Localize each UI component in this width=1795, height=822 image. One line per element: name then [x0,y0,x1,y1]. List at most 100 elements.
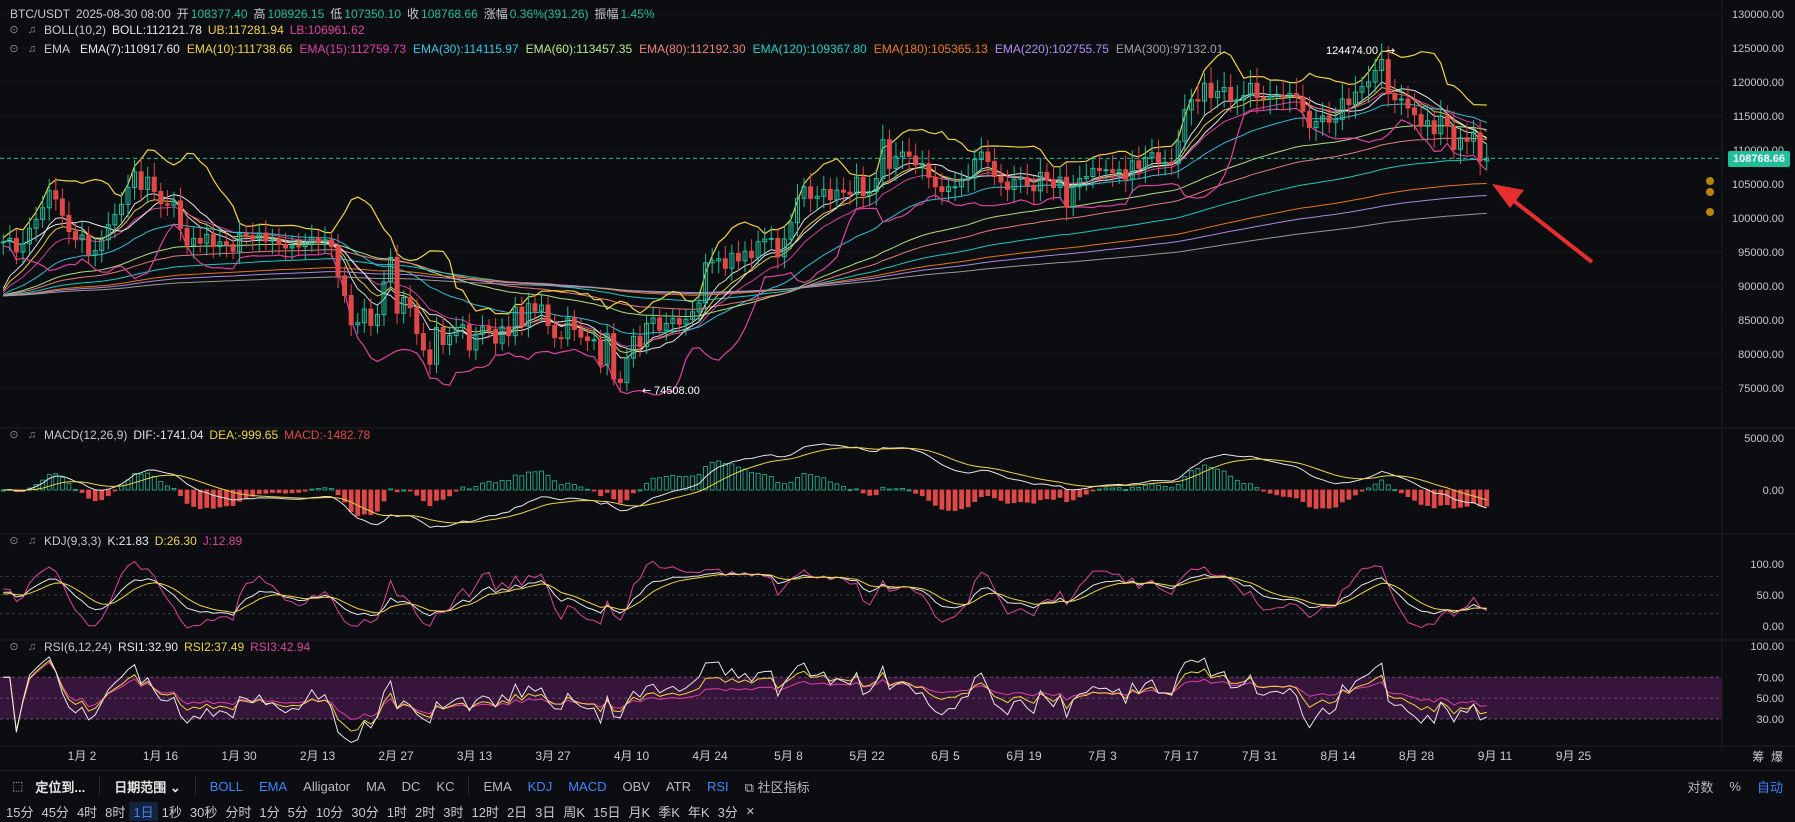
divider [468,777,470,795]
bell-icon[interactable]: ♫ [26,641,38,653]
candle-body [486,326,492,331]
axis-mode-labels[interactable]: 筹 爆 [1752,748,1783,765]
ema-legend-item: EMA(180):105365.13 [873,42,988,56]
collapse-icon[interactable]: ⊙ [8,429,20,441]
bell-icon[interactable]: ♫ [26,429,38,441]
candle-body [1044,171,1050,181]
boll-header[interactable]: ⊙ ♫ BOLL(10,2) BOLL:112121.78 UB:117281.9… [0,23,371,37]
collapse-icon[interactable]: ⊙ [8,535,20,547]
collapse-icon[interactable]: ⊙ [8,641,20,653]
macd-bar [191,489,197,507]
timeframe-button[interactable]: 10分 [312,802,347,821]
alert-dot[interactable] [1706,208,1714,216]
candle-body [440,326,446,345]
log-scale-toggle[interactable]: 对数 [1679,777,1721,796]
axis-mode-2[interactable]: 爆 [1771,750,1783,764]
locate-button[interactable]: 定位到... [27,777,93,796]
timeframe-button[interactable]: 周K [559,802,589,821]
candle-body [1195,99,1201,102]
timeframe-button[interactable]: 15日 [589,802,624,821]
timeframe-button[interactable]: 45分 [37,802,72,821]
timeframe-button[interactable]: 2日 [503,802,531,821]
candle-body [1346,98,1352,105]
timeframe-button[interactable]: 1秒 [158,802,186,821]
timeframe-button[interactable]: 3时 [439,802,467,821]
indicator-atr-button[interactable]: ATR [658,779,699,794]
ema-header[interactable]: ⊙ ♫ EMA EMA(7):110917.60 EMA(10):111738.66… [0,42,1230,56]
close-icon[interactable]: ✕ [742,805,759,818]
bell-icon[interactable]: ♫ [26,24,38,36]
timeframe-button[interactable]: 12时 [467,802,502,821]
indicator-dc-button[interactable]: DC [394,779,429,794]
indicator-boll-button[interactable]: BOLL [202,779,251,794]
candle-body [749,250,755,258]
timeframe-button[interactable]: 分时 [221,802,255,821]
timeframe-button[interactable]: 1日 [129,801,158,821]
macd-bar [92,489,98,502]
macd-bar [978,489,984,498]
date-tick: 6月 5 [931,749,960,763]
candle-body [1110,169,1116,173]
kdj-header[interactable]: ⊙ ♫ KDJ(9,3,3) K:21.83 D:26.30 J:12.89 [0,534,248,548]
timeframe-button[interactable]: 30分 [347,802,382,821]
indicator-ma-button[interactable]: MA [358,779,394,794]
candle-body [53,190,59,200]
timeframe-button[interactable]: 5分 [284,802,312,821]
indicator-obv-button[interactable]: OBV [614,779,657,794]
macd-bar [926,489,932,501]
low-label: 低 [330,7,343,21]
timeframe-button[interactable]: 1时 [383,802,411,821]
timeframe-button[interactable]: 季K [654,802,684,821]
candle-body [342,275,348,297]
macd-header[interactable]: ⊙ ♫ MACD(12,26,9) DIF:-1741.04 DEA:-999.6… [0,428,376,442]
community-indicator-button[interactable]: ⧉ 社区指标 [737,777,818,796]
indicator-macd-button[interactable]: MACD [560,779,614,794]
candle-body [250,235,256,240]
divider [99,777,101,795]
rsi-header[interactable]: ⊙ ♫ RSI(6,12,24) RSI1:32.90 RSI2:37.49 RS… [0,640,316,654]
macd-bar [932,489,938,506]
date-range-button[interactable]: 日期范围 ⌄ [106,777,189,796]
indicator-ema-button[interactable]: EMA [251,779,295,794]
timeframe-button[interactable]: 月K [625,802,655,821]
candle-body [151,176,157,192]
collapse-icon[interactable]: ⊙ [8,24,20,36]
date-tick: 2月 13 [300,749,336,763]
percent-toggle[interactable]: % [1721,779,1749,794]
candle-body [578,329,584,338]
date-tick: 1月 2 [68,749,97,763]
auto-toggle[interactable]: 自动 [1749,777,1795,796]
indicator-kdj-button[interactable]: KDJ [520,779,561,794]
bell-icon[interactable]: ♫ [26,535,38,547]
candle-body [1477,132,1483,162]
timeframe-button[interactable]: 3分 [714,802,742,821]
indicator-alligator-button[interactable]: Alligator [295,779,358,794]
candle-body [847,191,853,195]
cursor-icon[interactable]: ⬚ [0,779,27,793]
macd-bar [453,489,459,492]
macd-bar [355,489,361,517]
axis-mode-1[interactable]: 筹 [1752,750,1764,764]
timeframe-button[interactable]: 8时 [101,802,129,821]
timeframe-button[interactable]: 3日 [531,802,559,821]
candle-body [276,239,282,246]
timeframe-button[interactable]: 1分 [255,802,283,821]
bell-icon[interactable]: ♫ [26,43,38,55]
open-value: 108377.40 [190,6,248,21]
timeframe-button[interactable]: 2时 [411,802,439,821]
candle-body [552,324,558,339]
timeframe-button[interactable]: 年K [684,802,714,821]
candle-body [283,244,289,249]
timeframe-button[interactable]: 4时 [73,802,101,821]
indicator-ema-button[interactable]: EMA [475,779,519,794]
alert-dot[interactable] [1706,188,1714,196]
timeframe-button[interactable]: 15分 [0,802,37,821]
timeframe-button[interactable]: 30秒 [186,802,221,821]
indicator-kc-button[interactable]: KC [428,779,462,794]
collapse-icon[interactable]: ⊙ [8,43,20,55]
macd-bar [1333,489,1339,508]
kline-chart[interactable]: 130000.00125000.00120000.00115000.001100… [0,0,1795,770]
indicator-rsi-button[interactable]: RSI [699,779,737,794]
macd-bar [1024,489,1030,503]
alert-dot[interactable] [1706,177,1714,185]
